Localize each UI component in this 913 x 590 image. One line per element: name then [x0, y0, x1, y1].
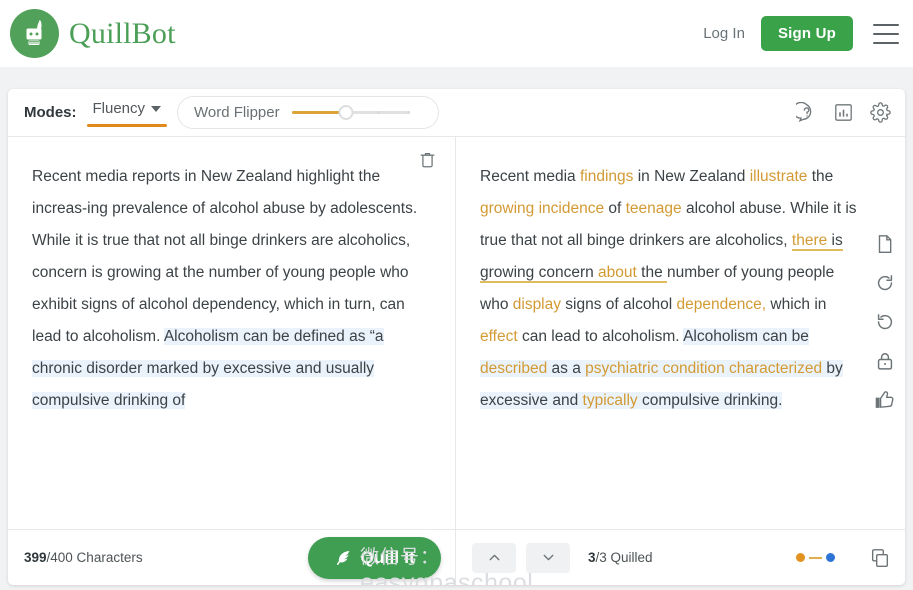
modes-toolbar: Modes: Fluency Word Flipper — [8, 89, 905, 137]
help-icon[interactable] — [796, 102, 817, 123]
slider-handle[interactable] — [338, 105, 354, 120]
modes-label: Modes: — [24, 104, 77, 121]
text-segment: there — [791, 232, 828, 251]
text-segment: as a — [547, 360, 586, 377]
text-segment: dependence, — [676, 296, 767, 313]
quill-it-button-label: Quill It — [360, 547, 415, 567]
card-footer: 399/400 Characters Quill It 3/3 Quilled — [8, 529, 905, 585]
text-segment: typically — [582, 392, 638, 409]
text-segment: about — [598, 264, 637, 283]
text-segment: illustrate — [749, 168, 808, 185]
slider-tick — [407, 111, 411, 114]
text-segment: Alcoholism can be — [683, 328, 809, 345]
chevron-down-icon — [540, 549, 557, 566]
quillbot-app: QuillBot Log In Sign Up Modes: Fluency W… — [0, 0, 913, 590]
brand[interactable]: QuillBot — [10, 9, 176, 58]
text-segment: teenage — [625, 200, 682, 217]
copy-icon[interactable] — [869, 547, 891, 569]
word-flipper-slider[interactable] — [291, 104, 411, 122]
document-icon[interactable] — [874, 233, 896, 255]
signup-button[interactable]: Sign Up — [760, 16, 853, 51]
hamburger-menu-icon[interactable] — [873, 23, 899, 44]
text-segment: in New Zealand — [633, 168, 750, 185]
app-header: QuillBot Log In Sign Up — [0, 0, 913, 67]
paraphraser-card: Modes: Fluency Word Flipper Recent media… — [8, 89, 905, 585]
output-action-rail — [865, 233, 905, 411]
output-text-area[interactable]: Recent media findings in New Zealand ill… — [456, 137, 905, 529]
text-segment: psychiatric condition characterized — [585, 360, 823, 377]
input-text-area[interactable]: Recent media reports in New Zealand high… — [8, 137, 455, 529]
text-segment: display — [512, 296, 561, 313]
text-segment: growing incidence — [480, 200, 605, 217]
character-count-current: 399 — [24, 550, 47, 565]
undo-icon[interactable] — [874, 311, 896, 333]
next-paraphrase-button[interactable] — [526, 542, 570, 573]
active-mode-underline — [86, 124, 168, 127]
redo-icon[interactable] — [874, 272, 896, 294]
header-actions: Log In Sign Up — [703, 16, 899, 51]
text-segment: of — [604, 200, 626, 217]
thumbs-up-icon[interactable] — [874, 389, 896, 411]
text-segment: can lead to alcoholism. — [517, 328, 684, 345]
word-flipper-label: Word Flipper — [194, 104, 280, 121]
previous-paraphrase-button[interactable] — [472, 542, 516, 573]
trash-icon[interactable] — [418, 149, 437, 170]
editor-panels: Recent media reports in New Zealand high… — [8, 137, 905, 585]
stats-icon[interactable] — [833, 102, 854, 123]
quilled-count-total: /3 Quilled — [595, 550, 653, 565]
mode-selector-label: Fluency — [92, 100, 146, 117]
text-segment: described — [480, 360, 548, 377]
toolbar-icons — [796, 102, 891, 123]
output-footer: 3/3 Quilled — [456, 530, 905, 585]
input-footer: 399/400 Characters Quill It — [8, 530, 456, 585]
quill-it-button[interactable]: Quill It — [307, 536, 441, 579]
legend-blue-dot-icon — [826, 553, 835, 562]
text-segment: effect — [480, 328, 518, 345]
text-segment: the — [807, 168, 834, 185]
brand-name: QuillBot — [69, 16, 176, 50]
login-link[interactable]: Log In — [703, 25, 745, 42]
quillbot-robot-logo-icon — [10, 9, 59, 58]
character-count: 399/400 Characters — [24, 550, 143, 565]
settings-gear-icon[interactable] — [870, 102, 891, 123]
quilled-count: 3/3 Quilled — [588, 550, 653, 565]
text-segment: the — [636, 264, 668, 283]
mode-selector-fluency[interactable]: Fluency — [86, 98, 168, 127]
chevron-down-icon — [151, 105, 162, 112]
text-segment: which in — [766, 296, 827, 313]
word-flipper-control[interactable]: Word Flipper — [177, 96, 440, 129]
text-segment: Recent media — [480, 168, 580, 185]
output-panel: Recent media findings in New Zealand ill… — [456, 137, 905, 529]
text-segment: findings — [579, 168, 634, 185]
chevron-up-icon — [486, 549, 503, 566]
character-count-total: /400 Characters — [46, 550, 143, 565]
legend-orange-dot-icon — [796, 553, 805, 562]
quilled-count-current: 3 — [588, 550, 596, 565]
lock-icon[interactable] — [874, 350, 896, 372]
text-segment: signs of alcohol — [561, 296, 677, 313]
text-segment: compulsive drinking. — [637, 392, 783, 409]
change-legend — [796, 553, 835, 562]
legend-dash-icon — [809, 556, 822, 559]
text-segment: Recent media reports in New Zealand high… — [32, 168, 418, 345]
feather-quill-icon — [334, 549, 352, 567]
slider-tick — [376, 111, 380, 114]
input-panel: Recent media reports in New Zealand high… — [8, 137, 456, 529]
